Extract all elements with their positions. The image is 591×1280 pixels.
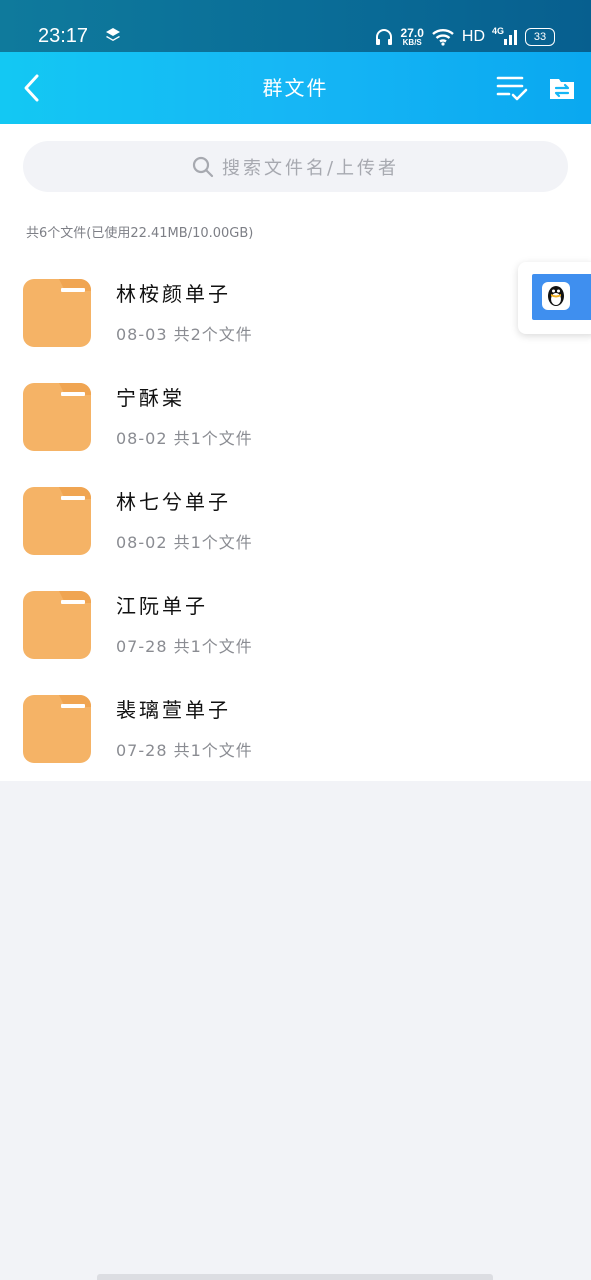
- folder-icon: [23, 383, 91, 451]
- folder-meta: 07-28 共1个文件: [116, 741, 253, 760]
- status-indicators: 27.0 KB/S HD 4G 33: [367, 24, 555, 50]
- home-indicator[interactable]: [97, 1274, 493, 1280]
- network-speed: 27.0 KB/S: [401, 27, 424, 47]
- search-placeholder: 搜索文件名/上传者: [221, 157, 400, 179]
- folder-meta: 08-02 共1个文件: [116, 429, 253, 448]
- folder-item[interactable]: 宁酥棠 08-02 共1个文件: [0, 368, 591, 472]
- status-bar: 23:17 27.0 KB/S HD 4G 33: [0, 0, 591, 52]
- headphones-icon: [375, 29, 392, 45]
- qq-penguin-icon: [542, 282, 570, 310]
- folder-item[interactable]: 林桉颜单子 08-03 共2个文件: [0, 264, 591, 368]
- status-time: 23:17: [38, 25, 89, 47]
- folder-item[interactable]: 裴璃萱单子 07-28 共1个文件: [0, 680, 591, 784]
- folder-meta: 08-03 共2个文件: [116, 325, 253, 344]
- folder-icon: [23, 695, 91, 763]
- nav-bar: 群文件: [0, 52, 591, 124]
- folder-transfer-icon[interactable]: [548, 74, 576, 102]
- folder-item[interactable]: 林七兮单子 08-02 共1个文件: [0, 472, 591, 576]
- layers-icon: [106, 28, 120, 41]
- folder-name: 江阮单子: [116, 594, 208, 618]
- search-input[interactable]: 搜索文件名/上传者: [23, 141, 568, 192]
- list-check-icon[interactable]: [496, 72, 528, 104]
- network-speed-unit: KB/S: [402, 38, 422, 47]
- folder-name: 宁酥棠: [116, 386, 185, 410]
- folder-icon: [23, 591, 91, 659]
- cell-signal-icon: 4G: [492, 26, 518, 46]
- folder-icon: [23, 279, 91, 347]
- folder-meta: 08-02 共1个文件: [116, 533, 253, 552]
- folder-name: 林七兮单子: [116, 490, 231, 514]
- folder-name: 裴璃萱单子: [116, 698, 231, 722]
- folder-icon: [23, 487, 91, 555]
- folder-list: 林桉颜单子 08-03 共2个文件 宁酥棠 08-02 共1个文件 林七兮单子 …: [0, 264, 591, 784]
- folder-item[interactable]: 江阮单子 07-28 共1个文件: [0, 576, 591, 680]
- floating-qq-card[interactable]: [518, 262, 591, 334]
- folder-meta: 07-28 共1个文件: [116, 637, 253, 656]
- floating-card-banner: [532, 274, 591, 320]
- file-list-panel: 搜索文件名/上传者 共6个文件(已使用22.41MB/10.00GB) 林桉颜单…: [0, 124, 591, 781]
- folder-name: 林桉颜单子: [116, 282, 231, 306]
- battery-icon: 33: [525, 28, 555, 46]
- search-icon: [192, 156, 214, 177]
- file-count-summary: 共6个文件(已使用22.41MB/10.00GB): [26, 226, 254, 241]
- battery-level: 33: [533, 31, 547, 43]
- hd-indicator: HD: [461, 28, 485, 45]
- wifi-icon: [432, 29, 454, 46]
